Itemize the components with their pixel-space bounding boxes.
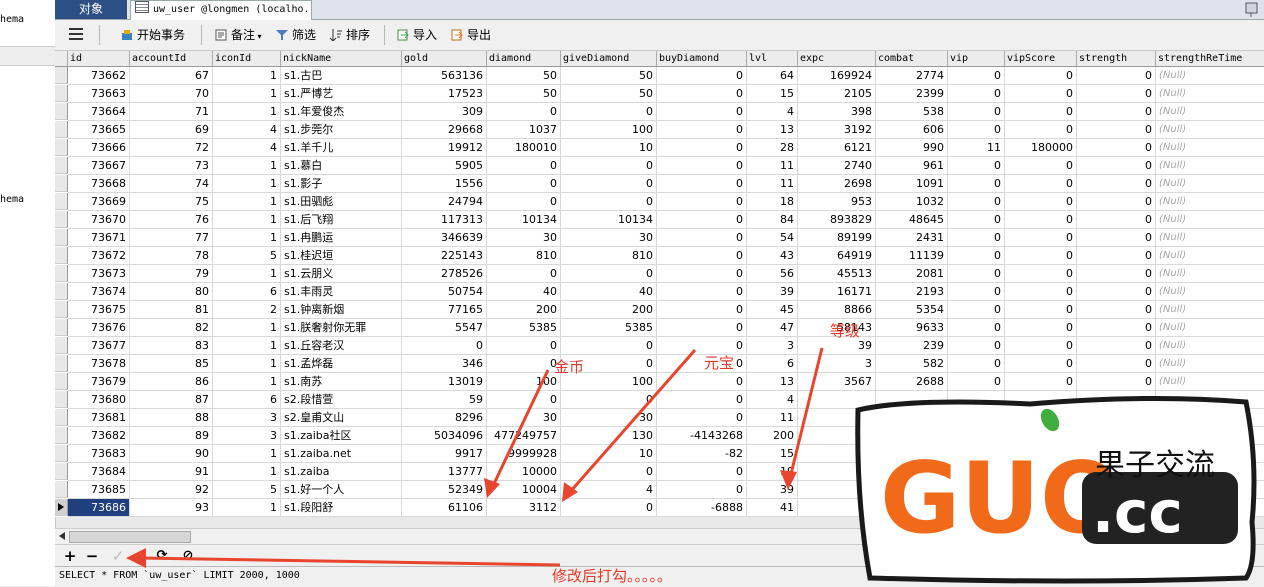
annotation-yuanbao: 元宝 (704, 354, 735, 372)
arrow-level (788, 347, 824, 479)
annotation-level: 等级 (830, 322, 861, 340)
logo-graphic: GUO .cc (855, 395, 1257, 584)
arrow-gold (490, 369, 550, 489)
logo-chinese-text: 果子交流 (1095, 448, 1215, 483)
annotation-check: 修改后打勾。。。。。 (552, 567, 673, 585)
arrow-head (780, 470, 797, 490)
arrow-yuanbao (568, 349, 697, 493)
watermark-logo: GUO .cc (850, 392, 1260, 584)
arrow-head (126, 548, 146, 568)
arrow-check (139, 556, 561, 567)
annotation-gold: 金币 (554, 358, 585, 376)
logo-cc-text: .cc (1092, 478, 1183, 546)
arrow-head (484, 478, 500, 498)
